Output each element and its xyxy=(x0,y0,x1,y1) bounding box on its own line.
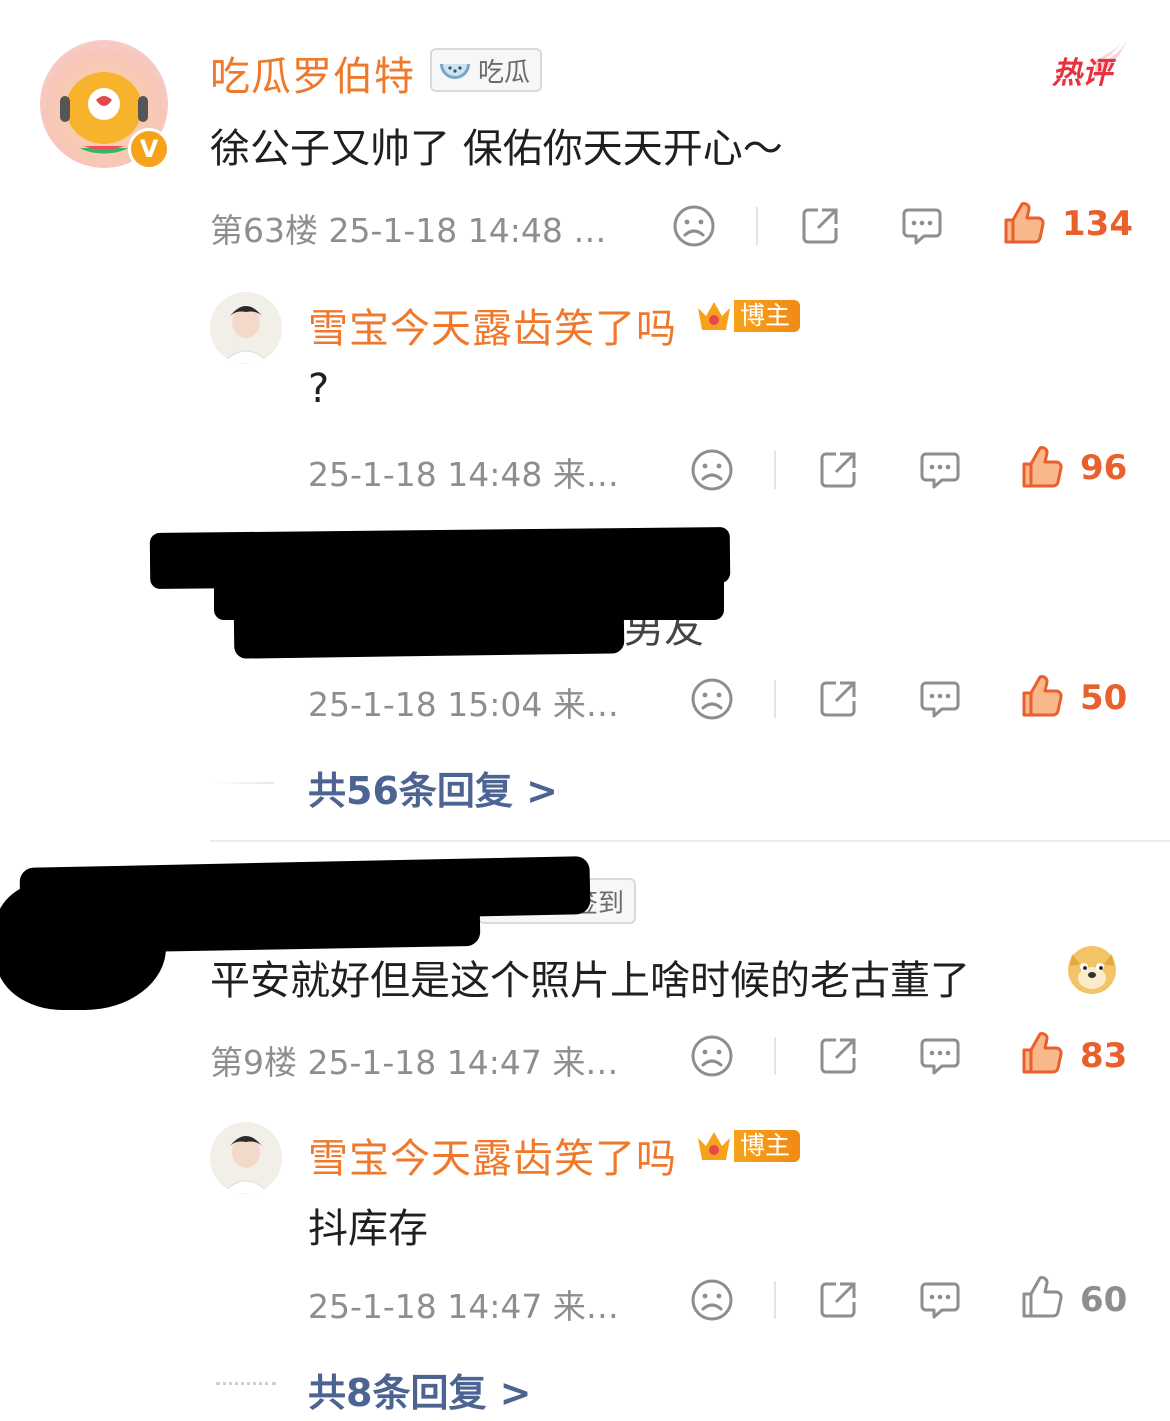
view-replies-link[interactable]: 共8条回复 > xyxy=(308,1362,532,1417)
comment-divider xyxy=(210,840,1170,842)
thumbs-up-icon[interactable] xyxy=(1020,1274,1064,1320)
doge-emoji-icon xyxy=(1064,940,1120,1000)
thread-line xyxy=(214,782,274,784)
comment-icon[interactable] xyxy=(918,1278,962,1322)
comment-icon[interactable] xyxy=(918,677,962,721)
action-divider xyxy=(756,207,758,245)
share-icon[interactable] xyxy=(816,1034,860,1078)
comment-icon[interactable] xyxy=(900,204,944,248)
person-avatar xyxy=(210,1122,282,1194)
thread-line xyxy=(216,1382,276,1385)
hot-label: 热评 xyxy=(1052,56,1112,91)
reply-text: ? xyxy=(308,366,330,412)
like-count: 96 xyxy=(1080,448,1128,488)
comment-icon[interactable] xyxy=(918,1034,962,1078)
comment-text: 平安就好但是这个照片上啥时候的老古董了 xyxy=(210,948,970,1006)
user-badge[interactable]: 吃瓜 xyxy=(430,48,543,92)
author-name[interactable]: 雪宝今天露齿笑了吗 xyxy=(308,1126,677,1184)
author-name[interactable]: 吃瓜罗伯特 xyxy=(210,44,415,102)
blogger-badge: 博主 xyxy=(694,1128,801,1164)
blogger-badge: 博主 xyxy=(694,298,801,334)
reply-meta: 25-1-18 15:04 来… xyxy=(308,685,619,724)
share-icon[interactable] xyxy=(816,448,860,492)
crown-icon xyxy=(698,302,730,330)
like-count: 50 xyxy=(1080,678,1128,718)
sad-face-icon[interactable] xyxy=(690,1278,734,1322)
reply-meta: 25-1-18 14:48 来… xyxy=(308,455,619,494)
reply-meta: 25-1-18 14:47 来… xyxy=(308,1287,619,1326)
avatar[interactable] xyxy=(210,292,282,364)
thumbs-up-icon[interactable] xyxy=(1002,200,1046,246)
crown-icon xyxy=(698,1132,730,1160)
action-divider xyxy=(774,1037,776,1075)
sad-face-icon[interactable] xyxy=(690,448,734,492)
thumbs-up-icon[interactable] xyxy=(1020,673,1064,719)
share-icon[interactable] xyxy=(816,1278,860,1322)
share-icon[interactable] xyxy=(816,677,860,721)
reply-text: 抖库存 xyxy=(308,1206,428,1252)
action-divider xyxy=(774,680,776,718)
blogger-label: 博主 xyxy=(734,300,801,332)
like-count: 60 xyxy=(1080,1280,1128,1320)
action-divider xyxy=(774,451,776,489)
watermelon-icon xyxy=(440,64,470,79)
like-count: 83 xyxy=(1080,1036,1128,1076)
badge-label: 吃瓜 xyxy=(478,57,531,88)
comment-meta: 第63楼 25-1-18 14:48 … xyxy=(210,211,607,250)
like-count: 134 xyxy=(1062,204,1133,244)
sad-face-icon[interactable] xyxy=(690,677,734,721)
action-divider xyxy=(774,1281,776,1319)
comment-icon[interactable] xyxy=(918,448,962,492)
sad-face-icon[interactable] xyxy=(690,1034,734,1078)
hot-comment-tag: 热评 xyxy=(1048,38,1132,91)
person-avatar xyxy=(210,292,282,364)
comment-meta: 第9楼 25-1-18 14:47 来… xyxy=(210,1043,619,1082)
share-icon[interactable] xyxy=(798,204,842,248)
redaction-block xyxy=(233,597,625,659)
sad-face-icon[interactable] xyxy=(672,204,716,248)
blogger-label: 博主 xyxy=(734,1130,801,1162)
author-name[interactable]: 雪宝今天露齿笑了吗 xyxy=(308,296,677,354)
thumbs-up-icon[interactable] xyxy=(1020,444,1064,490)
view-replies-link[interactable]: 共56条回复 > xyxy=(308,760,558,815)
comment-text-content: 平安就好但是这个照片上啥时候的老古董了 xyxy=(210,958,970,1004)
verified-v-icon: V xyxy=(128,128,170,170)
comment-text: 徐公子又帅了 保佑你天天开心～ xyxy=(210,126,783,172)
avatar[interactable] xyxy=(210,1122,282,1194)
thumbs-up-icon[interactable] xyxy=(1020,1030,1064,1076)
